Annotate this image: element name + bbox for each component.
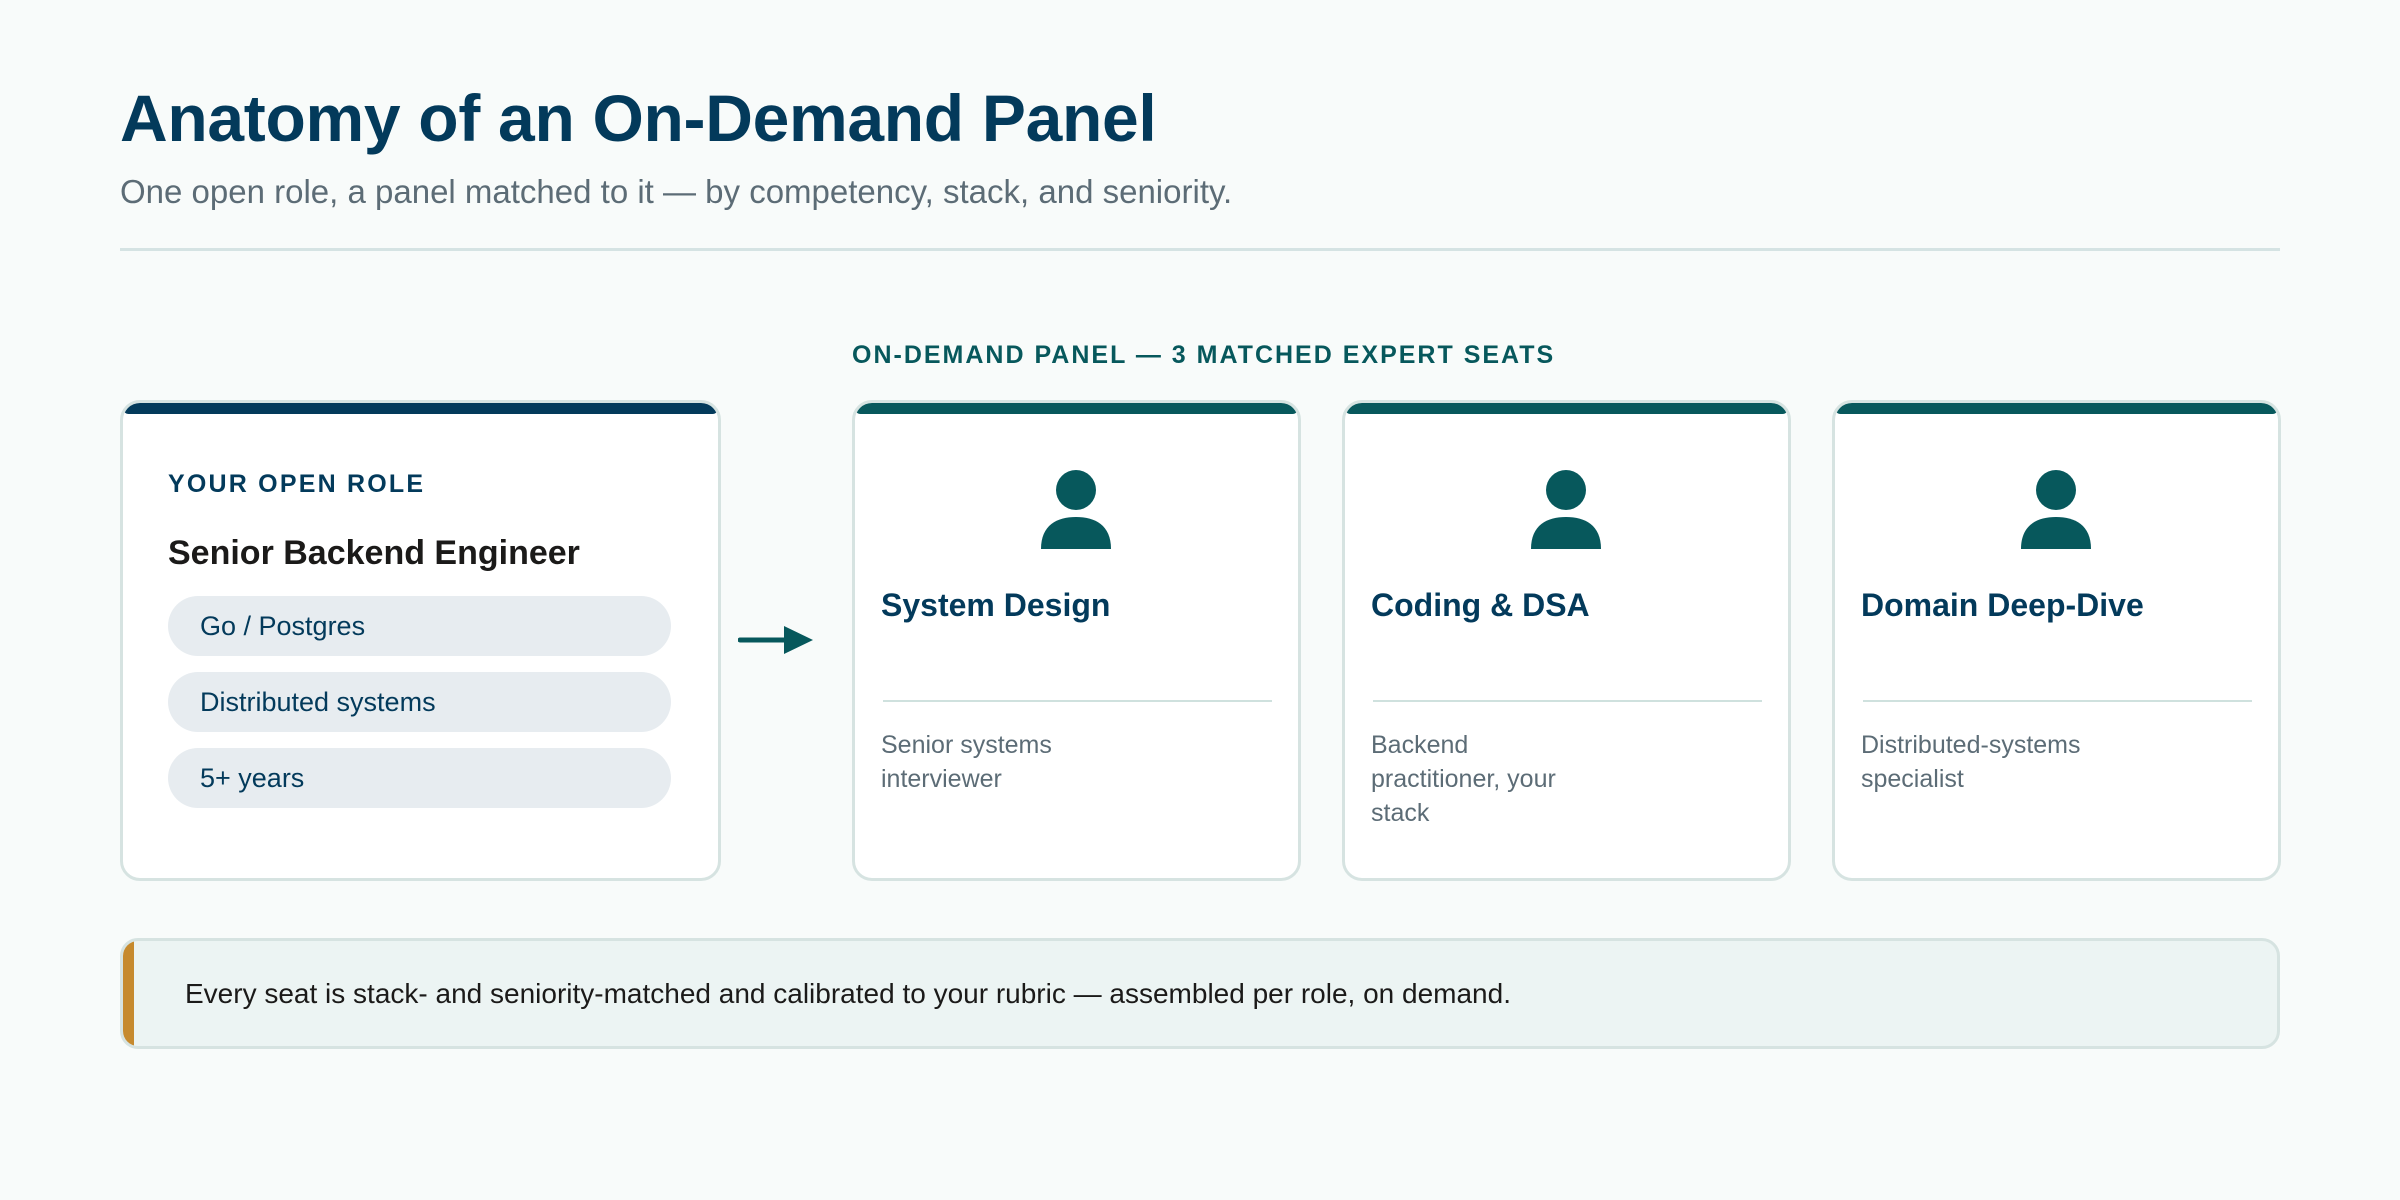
role-tag-experience: 5+ years <box>168 748 671 808</box>
seat-divider <box>1863 700 2252 702</box>
person-icon <box>2021 470 2091 549</box>
page-subtitle: One open role, a panel matched to it — b… <box>120 173 1233 210</box>
seat-divider <box>1373 700 1762 702</box>
arrow-right-icon <box>738 626 813 654</box>
card-top-bar <box>855 403 1298 414</box>
card-top-bar <box>1345 403 1788 414</box>
seat-title: Coding & DSA <box>1371 587 1590 623</box>
role-tag-stack: Go / Postgres <box>168 596 671 656</box>
seat-card-domain-deep-dive: Domain Deep-Dive Distributed-systems spe… <box>1832 400 2281 881</box>
panel-heading: ON-DEMAND PANEL — 3 MATCHED EXPERT SEATS <box>852 341 1556 369</box>
role-tag-domain: Distributed systems <box>168 672 671 732</box>
open-role-label: YOUR OPEN ROLE <box>168 470 426 498</box>
callout-text: Every seat is stack- and seniority-match… <box>185 978 1511 1009</box>
seat-title: Domain Deep-Dive <box>1861 587 2144 623</box>
page-title: Anatomy of an On-Demand Panel <box>120 81 1157 155</box>
callout-banner: Every seat is stack- and seniority-match… <box>120 938 2280 1049</box>
person-icon <box>1041 470 1111 549</box>
seat-description: Senior systems interviewer <box>881 731 1052 793</box>
open-role-card: YOUR OPEN ROLE Senior Backend Engineer G… <box>120 400 721 881</box>
seat-card-system-design: System Design Senior systems interviewer <box>852 400 1301 881</box>
seat-description: Distributed-systems specialist <box>1861 731 2081 793</box>
role-title: Senior Backend Engineer <box>168 534 580 572</box>
card-top-bar <box>1835 403 2278 414</box>
seat-description: Backend practitioner, your stack <box>1371 731 1556 827</box>
seat-card-coding-dsa: Coding & DSA Backend practitioner, your … <box>1342 400 1791 881</box>
header-divider <box>120 248 2280 251</box>
person-icon <box>1531 470 1601 549</box>
seat-title: System Design <box>881 587 1111 623</box>
seat-divider <box>883 700 1272 702</box>
role-tag-list: Go / Postgres Distributed systems 5+ yea… <box>168 596 671 824</box>
card-top-bar <box>123 403 718 414</box>
callout-accent-bar <box>123 941 134 1046</box>
